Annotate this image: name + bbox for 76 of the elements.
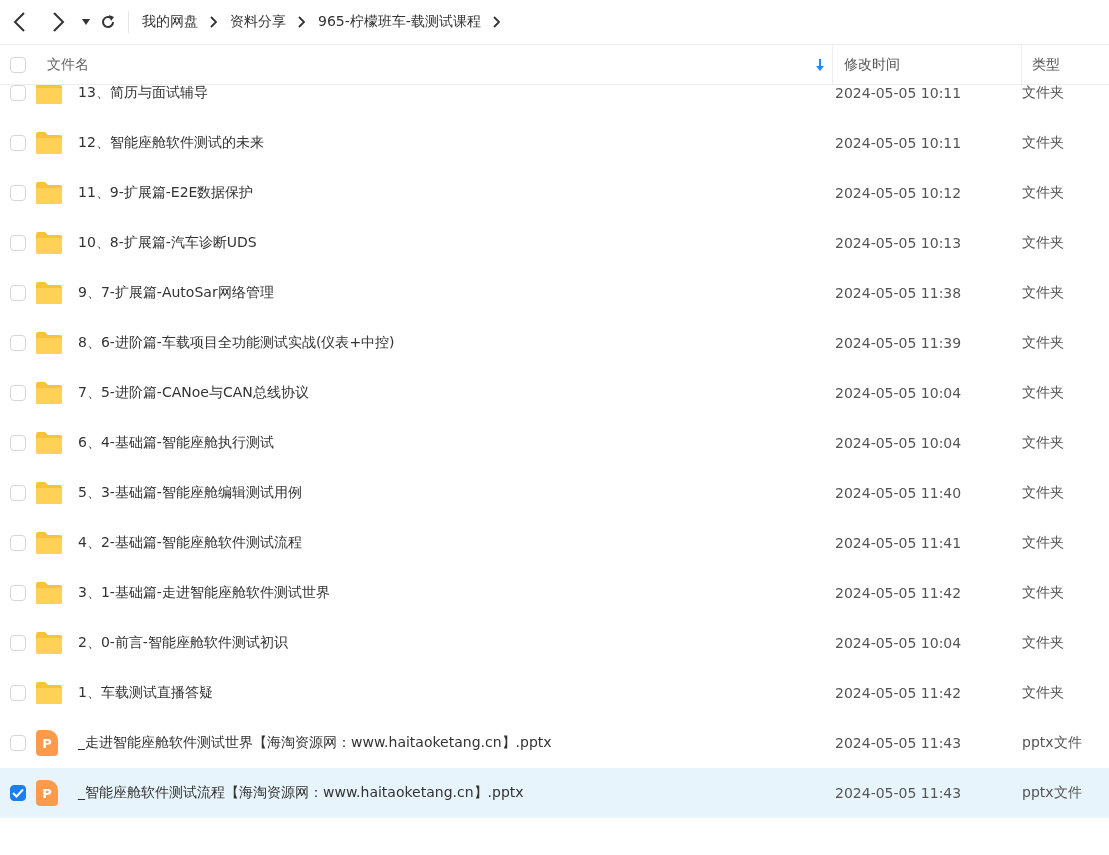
breadcrumb-link[interactable]: 资料分享 bbox=[230, 13, 286, 31]
modified-time: 2024-05-05 10:11 bbox=[835, 135, 962, 151]
breadcrumb-link[interactable]: 我的网盘 bbox=[142, 13, 198, 31]
folder-icon bbox=[36, 532, 62, 554]
chevron-right-icon bbox=[492, 16, 501, 28]
file-type: pptx文件 bbox=[1022, 734, 1082, 750]
file-name[interactable]: 8、6-进阶篇-车载项目全功能测试实战(仪表+中控) bbox=[78, 334, 395, 350]
type-column-header[interactable]: 类型 bbox=[1032, 55, 1060, 72]
file-name[interactable]: 2、0-前言-智能座舱软件测试初识 bbox=[78, 634, 288, 650]
file-type: 文件夹 bbox=[1022, 284, 1064, 300]
modified-time: 2024-05-05 10:04 bbox=[835, 435, 962, 451]
modified-column-header[interactable]: 修改时间 bbox=[844, 55, 900, 74]
file-type: 文件夹 bbox=[1022, 484, 1064, 500]
file-name[interactable]: 10、8-扩展篇-汽车诊断UDS bbox=[78, 234, 257, 250]
file-type: pptx文件 bbox=[1022, 784, 1082, 800]
folder-icon bbox=[36, 482, 62, 504]
file-name[interactable]: 9、7-扩展篇-AutoSar网络管理 bbox=[78, 284, 274, 300]
folder-icon bbox=[36, 332, 62, 354]
modified-time: 2024-05-05 10:11 bbox=[835, 85, 962, 101]
presentation-file-icon: P bbox=[36, 730, 58, 756]
folder-icon bbox=[36, 582, 62, 604]
file-type: 文件夹 bbox=[1022, 384, 1064, 400]
back-icon[interactable] bbox=[12, 11, 26, 33]
dropdown-caret-icon[interactable] bbox=[82, 19, 90, 25]
folder-icon bbox=[36, 182, 62, 204]
folder-icon bbox=[36, 85, 62, 104]
folder-icon bbox=[36, 282, 62, 304]
file-name[interactable]: 13、简历与面试辅导 bbox=[78, 85, 208, 100]
folder-icon bbox=[36, 682, 62, 704]
folder-icon bbox=[36, 632, 62, 654]
modified-time: 2024-05-05 11:38 bbox=[835, 285, 962, 301]
modified-time: 2024-05-05 10:12 bbox=[835, 185, 962, 201]
file-type: 文件夹 bbox=[1022, 85, 1064, 100]
file-type: 文件夹 bbox=[1022, 134, 1064, 150]
file-type: 文件夹 bbox=[1022, 584, 1064, 600]
file-type: 文件夹 bbox=[1022, 234, 1064, 250]
file-name[interactable]: 7、5-进阶篇-CANoe与CAN总线协议 bbox=[78, 384, 309, 400]
modified-time: 2024-05-05 11:43 bbox=[835, 785, 962, 801]
modified-time: 2024-05-05 11:42 bbox=[835, 685, 962, 701]
file-type: 文件夹 bbox=[1022, 684, 1064, 700]
refresh-icon[interactable] bbox=[100, 14, 116, 30]
name-column-header[interactable]: 文件名 bbox=[47, 55, 89, 74]
folder-icon bbox=[36, 432, 62, 454]
file-name[interactable]: 11、9-扩展篇-E2E数据保护 bbox=[78, 184, 254, 200]
chevron-right-icon bbox=[210, 16, 218, 28]
file-name[interactable]: 4、2-基础篇-智能座舱软件测试流程 bbox=[78, 534, 302, 550]
file-name[interactable]: _走进智能座舱软件测试世界【海淘资源网：www.haitaoketang.cn】.pptx bbox=[78, 734, 552, 750]
file-type: 文件夹 bbox=[1022, 184, 1064, 200]
folder-icon bbox=[36, 132, 62, 154]
folder-icon bbox=[36, 232, 62, 254]
file-type: 文件夹 bbox=[1022, 634, 1064, 650]
modified-time: 2024-05-05 10:04 bbox=[835, 635, 962, 651]
file-name[interactable]: 6、4-基础篇-智能座舱执行测试 bbox=[78, 434, 274, 450]
modified-time: 2024-05-05 10:04 bbox=[835, 385, 962, 401]
modified-time: 2024-05-05 11:43 bbox=[835, 735, 962, 751]
presentation-file-icon: P bbox=[36, 780, 58, 806]
select-all-checkbox[interactable] bbox=[10, 56, 26, 73]
modified-time: 2024-05-05 10:13 bbox=[835, 235, 962, 251]
file-name[interactable]: _智能座舱软件测试流程【海淘资源网：www.haitaoketang.cn】.pptx bbox=[78, 784, 524, 800]
sort-arrow-icon[interactable] bbox=[816, 58, 824, 71]
modified-time: 2024-05-05 11:41 bbox=[835, 535, 962, 551]
modified-time: 2024-05-05 11:39 bbox=[835, 335, 962, 351]
row-checkbox[interactable] bbox=[10, 785, 26, 801]
chevron-right-icon bbox=[298, 16, 306, 28]
file-type: 文件夹 bbox=[1022, 334, 1064, 350]
forward-icon[interactable] bbox=[52, 11, 66, 33]
folder-icon bbox=[36, 382, 62, 404]
file-name[interactable]: 1、车载测试直播答疑 bbox=[78, 684, 213, 700]
modified-time: 2024-05-05 11:42 bbox=[835, 585, 962, 601]
file-type: 文件夹 bbox=[1022, 534, 1064, 550]
modified-time: 2024-05-05 11:40 bbox=[835, 485, 962, 501]
file-name[interactable]: 12、智能座舱软件测试的未来 bbox=[78, 134, 264, 150]
file-name[interactable]: 3、1-基础篇-走进智能座舱软件测试世界 bbox=[78, 584, 330, 600]
file-type: 文件夹 bbox=[1022, 434, 1064, 450]
breadcrumb-link[interactable]: 965-柠檬班车-载测试课程 bbox=[318, 13, 481, 31]
file-name[interactable]: 5、3-基础篇-智能座舱编辑测试用例 bbox=[78, 484, 302, 500]
